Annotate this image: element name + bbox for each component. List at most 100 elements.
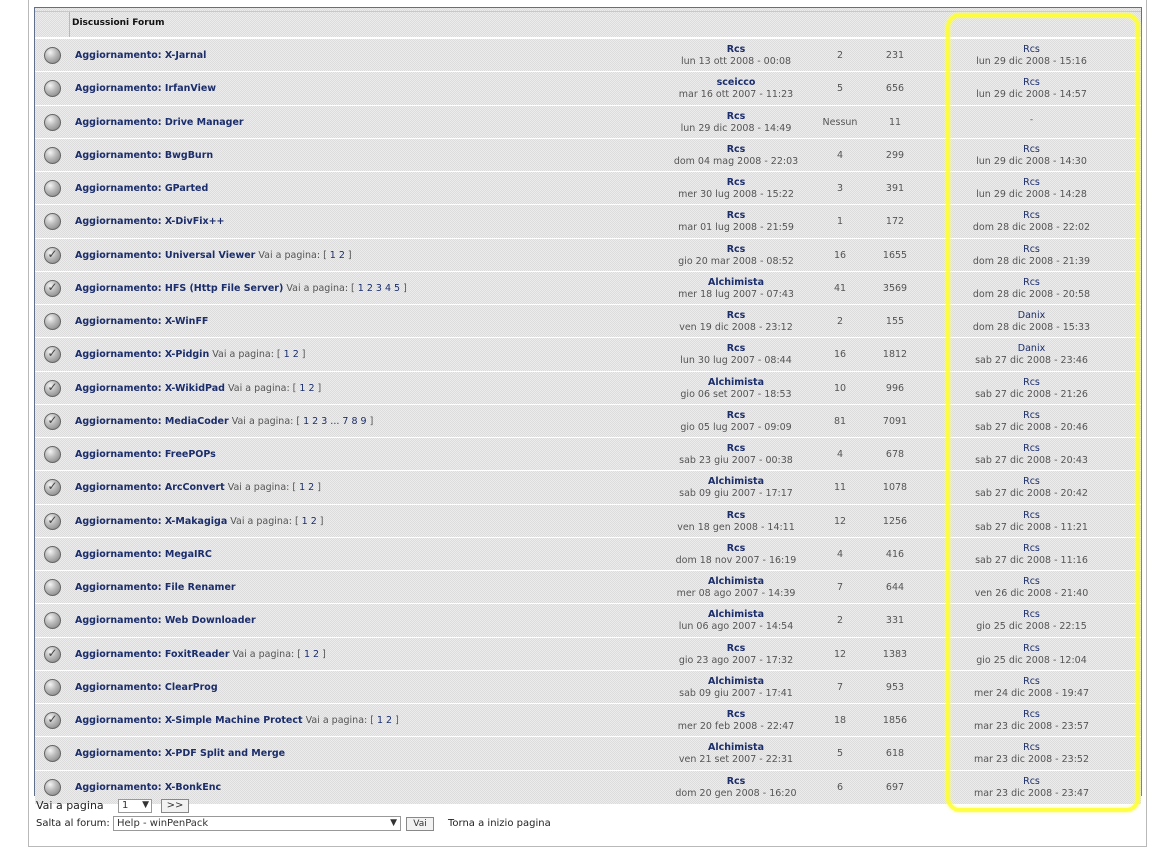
last-post-date[interactable]: dom 28 dic 2008 - 15:33: [922, 322, 1141, 333]
last-post-user[interactable]: Rcs: [922, 410, 1141, 421]
pagination-links[interactable]: 1 2 3 ... 7 8 9: [303, 416, 366, 427]
last-post-user[interactable]: Rcs: [922, 443, 1141, 454]
topic-title-link[interactable]: Aggiornamento: MediaCoder: [75, 416, 229, 427]
pager-go-button[interactable]: >>: [161, 799, 189, 813]
last-post-user[interactable]: Rcs: [922, 643, 1141, 654]
pagination-links[interactable]: 1 2: [304, 649, 319, 660]
last-post-date[interactable]: mer 24 dic 2008 - 19:47: [922, 688, 1141, 699]
topic-title-wrap: Aggiornamento: File Renamer: [75, 582, 236, 593]
last-post-date[interactable]: dom 28 dic 2008 - 20:58: [922, 289, 1141, 300]
last-post-user[interactable]: Rcs: [922, 476, 1141, 487]
last-post-date[interactable]: sab 27 dic 2008 - 21:26: [922, 389, 1141, 400]
topic-title-link[interactable]: Aggiornamento: X-DivFix++: [75, 216, 225, 227]
last-post-date[interactable]: ven 26 dic 2008 - 21:40: [922, 588, 1141, 599]
topic-title-link[interactable]: Aggiornamento: BwgBurn: [75, 150, 213, 161]
topic-title-link[interactable]: Aggiornamento: GParted: [75, 183, 208, 194]
topic-title-link[interactable]: Aggiornamento: Universal Viewer: [75, 250, 255, 261]
last-post-date[interactable]: mar 23 dic 2008 - 23:57: [922, 721, 1141, 732]
topic-title-link[interactable]: Aggiornamento: X-Simple Machine Protect: [75, 715, 303, 726]
pagination-links[interactable]: 1 2: [284, 349, 299, 360]
topic-title-link[interactable]: Aggiornamento: IrfanView: [75, 83, 216, 94]
pagination-label: Vai a pagina:: [258, 249, 321, 261]
topic-title-link[interactable]: Aggiornamento: Drive Manager: [75, 117, 244, 128]
last-post-user[interactable]: Rcs: [922, 177, 1141, 188]
topic-title-link[interactable]: Aggiornamento: X-Jarnal: [75, 50, 206, 61]
page-select[interactable]: 1 ▼: [118, 799, 152, 813]
jump-go-button[interactable]: Vai: [406, 817, 434, 831]
pagination-links[interactable]: 1 2: [302, 516, 317, 527]
replies-count: 2: [836, 615, 844, 627]
last-post-user[interactable]: Rcs: [922, 709, 1141, 720]
last-post-user[interactable]: Rcs: [922, 210, 1141, 221]
last-post-user[interactable]: Rcs: [922, 377, 1141, 388]
replies-count: 5: [836, 83, 844, 95]
last-post-date[interactable]: dom 28 dic 2008 - 21:39: [922, 256, 1141, 267]
last-post-user[interactable]: Rcs: [922, 742, 1141, 753]
topic-title-link[interactable]: Aggiornamento: X-WikidPad: [75, 383, 225, 394]
last-post-user[interactable]: Rcs: [922, 776, 1141, 787]
hot-topic-icon: [43, 279, 61, 297]
last-post-user[interactable]: Rcs: [922, 144, 1141, 155]
last-post-date[interactable]: sab 27 dic 2008 - 11:16: [922, 555, 1141, 566]
views-count: 953: [885, 681, 905, 693]
topic-title-link[interactable]: Aggiornamento: X-Makagiga: [75, 516, 227, 527]
topic-title-link[interactable]: Aggiornamento: Web Downloader: [75, 615, 256, 626]
table-row: Aggiornamento: X-Jarnal Rcs lun 13 ott 200…: [35, 38, 1141, 72]
back-to-top-link[interactable]: Torna a inizio pagina: [448, 818, 551, 829]
pagination-links[interactable]: 1 2: [377, 715, 392, 726]
last-post-date[interactable]: sab 27 dic 2008 - 11:21: [922, 522, 1141, 533]
topic-title-link[interactable]: Aggiornamento: X-WinFF: [75, 316, 208, 327]
pagination-links[interactable]: 1 2: [299, 482, 314, 493]
last-post-user[interactable]: Rcs: [922, 277, 1141, 288]
last-post-date[interactable]: sab 27 dic 2008 - 20:42: [922, 488, 1141, 499]
replies-cell: 3: [810, 172, 870, 205]
replies-count: 6: [836, 781, 844, 793]
last-post-date[interactable]: sab 27 dic 2008 - 20:43: [922, 455, 1141, 466]
last-post-user[interactable]: Rcs: [922, 244, 1141, 255]
last-post-user[interactable]: Rcs: [922, 44, 1141, 55]
last-post-user[interactable]: Danix: [922, 343, 1141, 354]
topic-title-link[interactable]: Aggiornamento: File Renamer: [75, 582, 236, 593]
views-count: 155: [885, 316, 905, 327]
last-post-date[interactable]: mar 23 dic 2008 - 23:52: [922, 754, 1141, 765]
last-post-user[interactable]: Rcs: [922, 543, 1141, 554]
last-post-date[interactable]: gio 25 dic 2008 - 22:15: [922, 621, 1141, 632]
last-post-cell: Rcs sab 27 dic 2008 - 11:16: [922, 538, 1141, 571]
last-post-user[interactable]: Rcs: [922, 609, 1141, 620]
last-post-date[interactable]: gio 25 dic 2008 - 12:04: [922, 655, 1141, 666]
last-post-date[interactable]: sab 27 dic 2008 - 20:46: [922, 422, 1141, 433]
topic-title-link[interactable]: Aggiornamento: FreePOPs: [75, 449, 216, 460]
last-post-cell: Rcs ven 26 dic 2008 - 21:40: [922, 571, 1141, 604]
topic-title-link[interactable]: Aggiornamento: X-Pidgin: [75, 349, 209, 360]
table-row: Aggiornamento: Universal Viewer Vai a pa…: [35, 237, 1141, 272]
views-cell: 11: [871, 106, 919, 139]
topic-pagination: Vai a pagina: [ 1 2 ]: [212, 349, 306, 361]
pagination-links[interactable]: 1 2: [299, 383, 314, 394]
last-post-user[interactable]: Rcs: [922, 77, 1141, 88]
last-post-user[interactable]: Rcs: [922, 576, 1141, 587]
topic-title-link[interactable]: Aggiornamento: X-PDF Split and Merge: [75, 748, 285, 759]
last-post-date[interactable]: mar 23 dic 2008 - 23:47: [922, 788, 1141, 799]
last-post-date[interactable]: lun 29 dic 2008 - 14:28: [922, 189, 1141, 200]
topic-title-link[interactable]: Aggiornamento: FoxitReader: [75, 649, 230, 660]
table-row: Aggiornamento: FreePOPs Rcs sab 23 giu 200…: [35, 437, 1141, 471]
topic-title-link[interactable]: Aggiornamento: MegaIRC: [75, 549, 212, 560]
topic-title-link[interactable]: Aggiornamento: X-BonkEnc: [75, 782, 221, 793]
pagination-links[interactable]: 1 2: [330, 250, 345, 261]
topic-title-link[interactable]: Aggiornamento: ClearProg: [75, 682, 218, 693]
topic-title-link[interactable]: Aggiornamento: ArcConvert: [75, 482, 225, 493]
last-post-user[interactable]: Rcs: [922, 676, 1141, 687]
last-post-date[interactable]: lun 29 dic 2008 - 14:30: [922, 156, 1141, 167]
topic-title-link[interactable]: Aggiornamento: HFS (Http File Server): [75, 283, 283, 294]
last-post-date[interactable]: sab 27 dic 2008 - 23:46: [922, 355, 1141, 366]
last-post-date[interactable]: lun 29 dic 2008 - 15:16: [922, 56, 1141, 67]
last-post-user[interactable]: Danix: [922, 310, 1141, 321]
last-post-cell: Rcs sab 27 dic 2008 - 20:43: [922, 438, 1141, 471]
pagination-links[interactable]: 1 2 3 4 5: [358, 283, 400, 294]
forum-select[interactable]: Help - winPenPack ▼: [113, 816, 401, 831]
last-post-date[interactable]: dom 28 dic 2008 - 22:02: [922, 222, 1141, 233]
last-post-user[interactable]: Rcs: [922, 510, 1141, 521]
topic-title-wrap: Aggiornamento: FoxitReader Vai a pagina:…: [75, 649, 326, 660]
views-count: 618: [885, 748, 905, 760]
last-post-date[interactable]: lun 29 dic 2008 - 14:57: [922, 89, 1141, 100]
